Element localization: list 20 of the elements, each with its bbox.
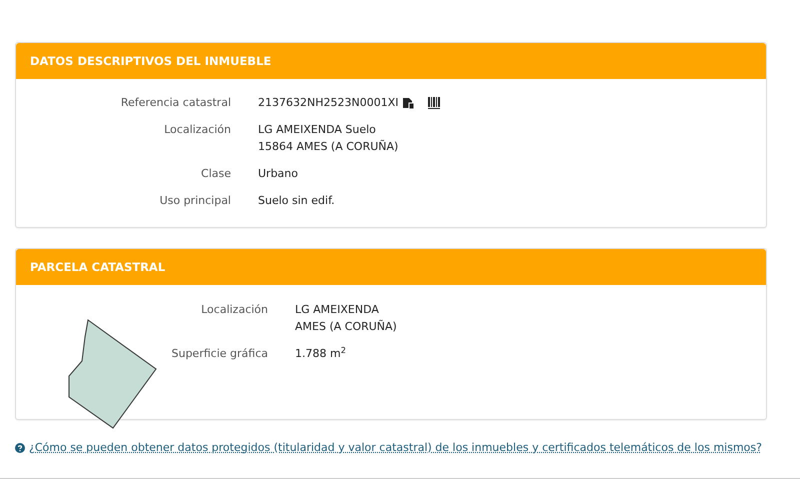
field-label: Referencia catastral <box>120 95 232 111</box>
field-label: Localización <box>163 122 232 138</box>
field-value: Suelo sin edif. <box>258 193 335 209</box>
barcode-icon[interactable] <box>428 96 440 108</box>
field-label: Clase <box>200 166 232 182</box>
field-value: 15864 AMES (A CORUÑA) <box>258 138 398 155</box>
field-value: LG AMEIXENDA <box>295 302 379 318</box>
field-label: Superficie gráfica <box>170 346 269 362</box>
help-icon <box>15 443 25 454</box>
help-link[interactable]: ¿Cómo se pueden obtener datos protegidos (titularidad y valor catastral) de los inmuebles y certificados telemáticos de los mismos? <box>29 440 762 456</box>
field-label: Uso principal <box>158 193 232 209</box>
field-label: Localización <box>200 302 269 318</box>
field-value: AMES (A CORUÑA) <box>295 318 397 335</box>
panel-header: PARCELA CATASTRAL <box>16 249 766 285</box>
panel-header: DATOS DESCRIPTIVOS DEL INMUEBLE <box>16 43 766 79</box>
copy-icon[interactable] <box>402 96 414 108</box>
field-value: LG AMEIXENDA Suelo <box>258 122 376 138</box>
field-value: Urbano <box>258 166 298 182</box>
field-value: 2137632NH2523N0001XI <box>258 95 398 111</box>
field-value: 1.788 m$^{2}$ <box>295 345 346 362</box>
